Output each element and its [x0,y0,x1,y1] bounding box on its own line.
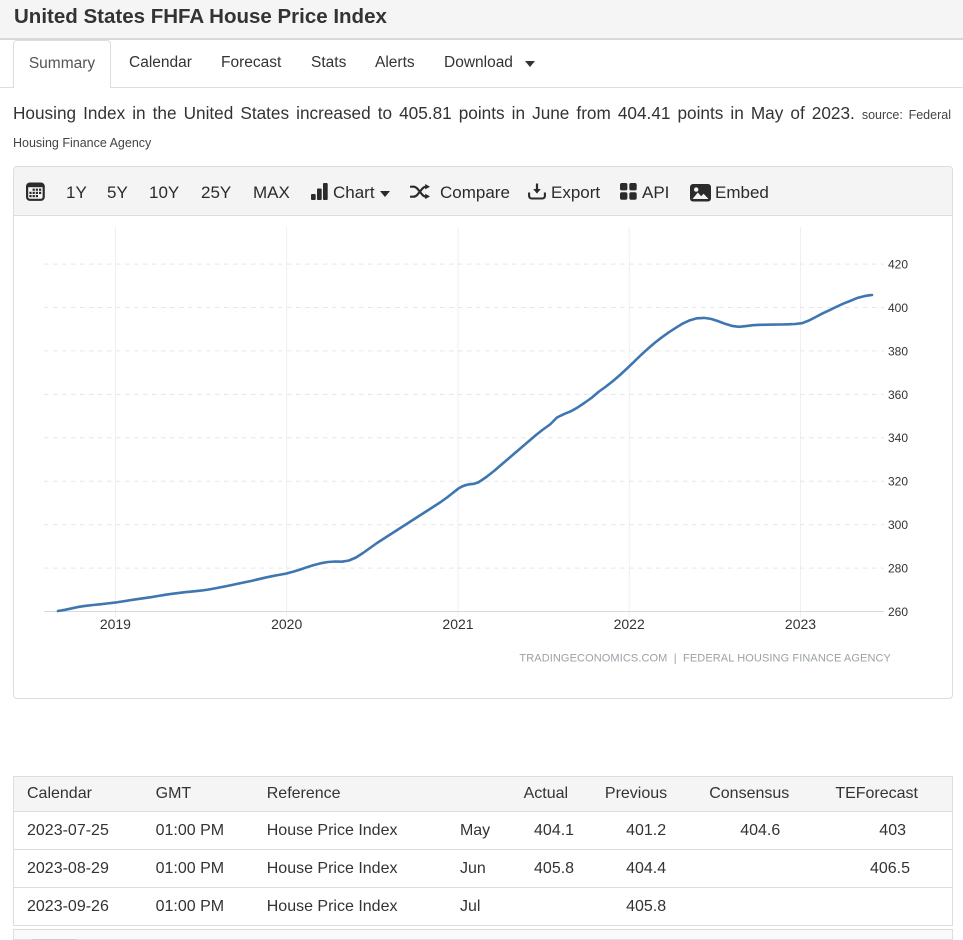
svg-text:2022: 2022 [614,616,645,632]
svg-text:280: 280 [888,562,908,576]
svg-text:TRADINGECONOMICS.COM | FEDER: TRADINGECONOMICS.COM | FEDERAL HOUSING F… [519,653,891,665]
svg-text:260: 260 [888,605,908,619]
svg-text:320: 320 [888,475,908,489]
svg-text:400: 400 [888,301,908,315]
svg-text:2023: 2023 [785,616,816,632]
svg-text:300: 300 [888,518,908,532]
svg-text:360: 360 [888,388,908,402]
svg-text:420: 420 [888,258,908,272]
svg-text:340: 340 [888,431,908,445]
svg-text:2020: 2020 [271,616,302,632]
svg-text:380: 380 [888,344,908,358]
svg-text:2019: 2019 [100,616,131,632]
svg-text:2021: 2021 [442,616,473,632]
